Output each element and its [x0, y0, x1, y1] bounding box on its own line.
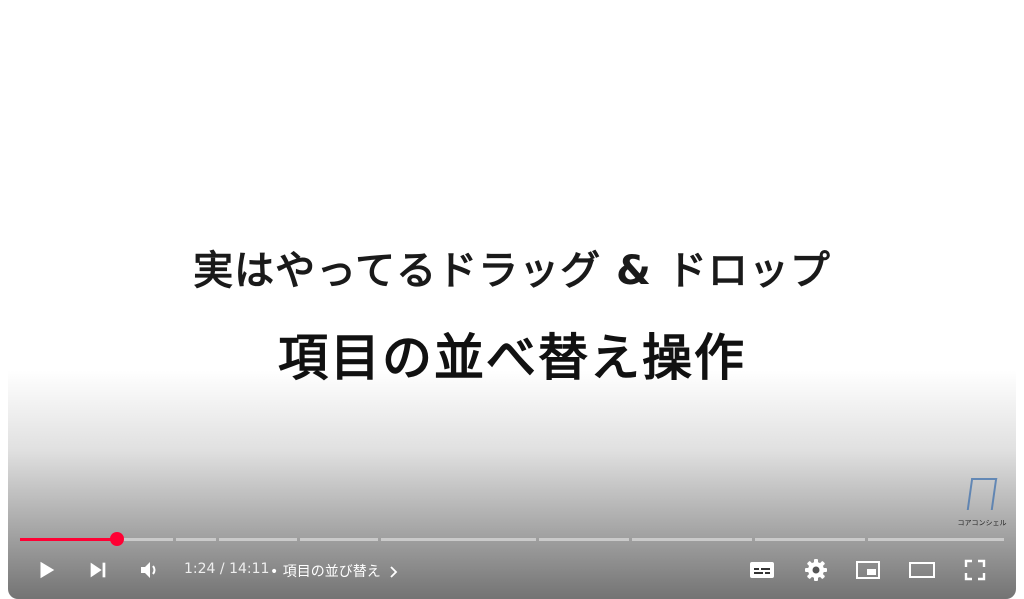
current-time: 1:24	[184, 561, 216, 577]
slide-title: 実はやってるドラッグ & ドロップ	[193, 248, 831, 294]
volume-icon	[141, 562, 156, 578]
mute-button[interactable]	[136, 556, 164, 584]
control-bar: 1:24 / 14:11 • 項目の並び替え	[8, 550, 1016, 590]
played-progress	[20, 538, 117, 541]
chapter-segment[interactable]	[539, 538, 629, 541]
chapter-button[interactable]: • 項目の並び替え	[270, 561, 399, 581]
chapter-title: 項目の並び替え	[282, 564, 381, 580]
video-player[interactable]: 実はやってるドラッグ & ドロップ 項目の並べ替え操作 コアコンシェル 1:24…	[8, 0, 1016, 599]
chevron-right-icon	[389, 564, 399, 580]
chapter-segment[interactable]	[219, 538, 297, 541]
chapter-segment[interactable]	[755, 538, 865, 541]
gear-icon	[805, 559, 827, 581]
next-button[interactable]	[84, 556, 112, 584]
chapter-segment[interactable]	[381, 538, 536, 541]
miniplayer-icon	[856, 561, 880, 579]
watermark-logo-icon	[966, 478, 998, 510]
fullscreen-icon	[964, 559, 986, 581]
fullscreen-button[interactable]	[961, 556, 989, 584]
subtitles-button[interactable]	[748, 556, 776, 584]
scrubber-handle[interactable]	[110, 532, 124, 546]
chapter-bullet: •	[270, 564, 279, 580]
watermark-text: コアコンシェル	[957, 519, 1007, 527]
chapter-segment[interactable]	[123, 538, 173, 541]
miniplayer-button[interactable]	[854, 556, 882, 584]
subtitles-icon	[750, 562, 774, 578]
chapter-segment[interactable]	[176, 538, 216, 541]
play-button[interactable]	[32, 556, 60, 584]
chapter-segment[interactable]	[868, 538, 1004, 541]
next-icon	[90, 562, 106, 578]
theater-mode-button[interactable]	[908, 556, 936, 584]
play-icon	[40, 561, 55, 579]
settings-button[interactable]	[802, 556, 830, 584]
progress-bar[interactable]	[20, 532, 1004, 546]
time-separator: /	[215, 561, 230, 577]
chapter-segment[interactable]	[632, 538, 752, 541]
chapter-segment[interactable]	[300, 538, 378, 541]
theater-icon	[909, 562, 935, 578]
channel-watermark[interactable]: コアコンシェル	[956, 478, 1008, 536]
time-display: 1:24 / 14:11	[184, 561, 269, 577]
duration: 14:11	[229, 561, 270, 577]
